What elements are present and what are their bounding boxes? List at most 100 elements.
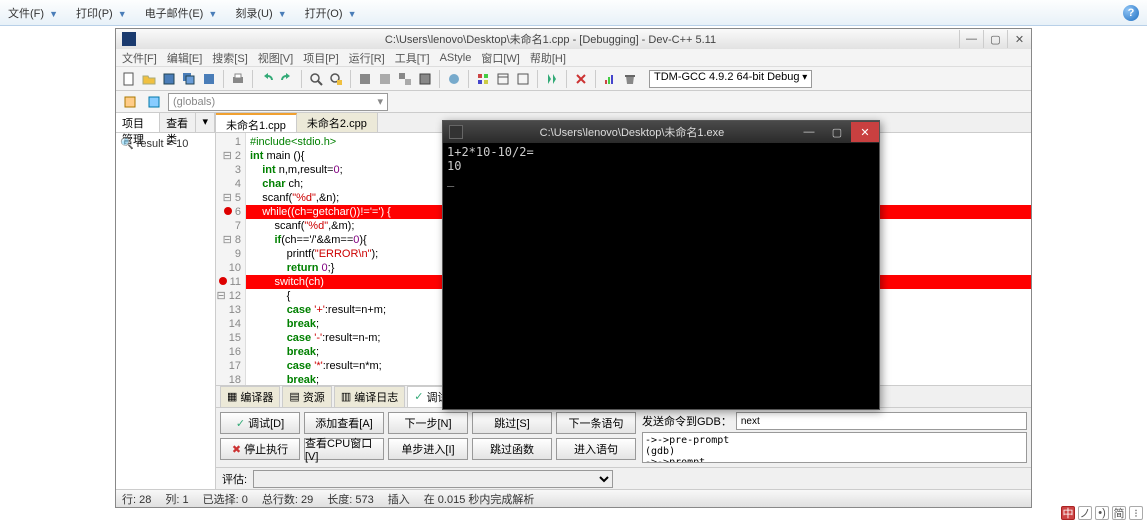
resources-tab-icon: ▤ <box>289 390 299 403</box>
debug-icon[interactable] <box>445 70 463 88</box>
ime-menu-icon[interactable]: ⁝ <box>1129 506 1143 520</box>
ide-menu-item[interactable]: 视图[V] <box>258 50 293 66</box>
print-icon[interactable] <box>229 70 247 88</box>
minimize-button[interactable]: — <box>959 30 983 48</box>
open-icon[interactable] <box>140 70 158 88</box>
tab-classes[interactable]: 查看类 <box>160 113 196 132</box>
gdb-input[interactable] <box>736 412 1027 430</box>
status-length: 长度: 573 <box>327 491 373 507</box>
replace-icon[interactable] <box>327 70 345 88</box>
save-all-icon[interactable] <box>180 70 198 88</box>
maximize-button[interactable]: ▢ <box>983 30 1007 48</box>
console-window[interactable]: C:\Users\lenovo\Desktop\未命名1.exe — ▢ ✕ 1… <box>442 120 880 410</box>
step-over-button[interactable]: 跳过函数 <box>472 438 552 460</box>
ime-simp-icon[interactable]: 简 <box>1112 506 1126 520</box>
tab-project[interactable]: 项目管理 <box>116 113 160 132</box>
ime-lang-icon[interactable]: 中 <box>1061 506 1075 520</box>
menu-email[interactable]: 电子邮件(E) ▼ <box>145 5 218 21</box>
skip-button[interactable]: 跳过[S] <box>472 412 552 434</box>
new-file-icon[interactable] <box>120 70 138 88</box>
menu-print[interactable]: 打印(P) ▼ <box>76 5 127 21</box>
step-into-button[interactable]: 单步进入[I] <box>388 438 468 460</box>
file-tab[interactable]: 未命名1.cpp <box>216 113 297 132</box>
console-maximize[interactable]: ▢ <box>823 122 851 142</box>
eval-row: 评估: <box>216 467 1031 489</box>
watch-icon: 🔍 <box>120 137 134 150</box>
status-bar: 行: 28 列: 1 已选择: 0 总行数: 29 长度: 573 插入 在 0… <box>116 489 1031 507</box>
console-titlebar[interactable]: C:\Users\lenovo\Desktop\未命名1.exe — ▢ ✕ <box>443 121 879 143</box>
x-icon: ✖ <box>232 443 241 456</box>
help-icon[interactable]: ? <box>1123 5 1139 21</box>
ime-punct-icon[interactable]: •) <box>1095 506 1109 520</box>
close-button[interactable]: ✕ <box>1007 30 1031 48</box>
status-mode: 插入 <box>388 491 410 507</box>
file-tab[interactable]: 未命名2.cpp <box>297 113 378 132</box>
tab-resources[interactable]: ▤资源 <box>282 386 331 408</box>
ide-menu-bar: 文件[F] 编辑[E] 搜索[S] 视图[V] 项目[P] 运行[R] 工具[T… <box>116 49 1031 67</box>
ide-menu-item[interactable]: AStyle <box>440 52 472 64</box>
menu-open[interactable]: 打开(O) ▼ <box>305 5 357 21</box>
trash-icon[interactable] <box>621 70 639 88</box>
ime-shape-icon[interactable]: ノ <box>1078 506 1092 520</box>
class-browser-icon[interactable] <box>144 93 164 111</box>
ide-titlebar[interactable]: C:\Users\lenovo\Desktop\未命名1.cpp - [Debu… <box>116 29 1031 49</box>
ide-menu-item[interactable]: 文件[F] <box>122 50 157 66</box>
redo-icon[interactable] <box>278 70 296 88</box>
ide-menu-item[interactable]: 运行[R] <box>349 50 385 66</box>
cpu-window-button[interactable]: 查看CPU窗口[V] <box>304 438 384 460</box>
tab-dropdown[interactable]: ▾ <box>196 113 215 132</box>
next-stmt-button[interactable]: 下一条语句 <box>556 412 636 434</box>
toolbar-secondary: (globals)▾ <box>116 91 1031 113</box>
ide-menu-item[interactable]: 帮助[H] <box>530 50 566 66</box>
add-watch-button[interactable]: 添加查看[A] <box>304 412 384 434</box>
status-selected: 已选择: 0 <box>203 491 248 507</box>
run-icon[interactable] <box>376 70 394 88</box>
console-output[interactable]: 1+2*10-10/2= 10 _ <box>443 143 879 409</box>
gdb-output[interactable]: ->->pre-prompt (gdb) ->->prompt <box>642 432 1027 463</box>
save-icon[interactable] <box>160 70 178 88</box>
tab-compiler[interactable]: ▦编译器 <box>220 386 280 408</box>
outer-menu-bar: 文件(F) ▼ 打印(P) ▼ 电子邮件(E) ▼ 刻录(U) ▼ 打开(O) … <box>0 0 1147 26</box>
left-panel-tabs: 项目管理 查看类 ▾ <box>116 113 215 133</box>
undo-icon[interactable] <box>258 70 276 88</box>
goto-icon[interactable] <box>494 70 512 88</box>
compile-icon[interactable] <box>356 70 374 88</box>
find-icon[interactable] <box>307 70 325 88</box>
check-icon: ✓ <box>236 417 245 430</box>
compiler-select[interactable]: TDM-GCC 4.9.2 64-bit Debug ▾ <box>649 70 812 88</box>
console-minimize[interactable]: — <box>795 122 823 142</box>
into-stmt-button[interactable]: 进入语句 <box>556 438 636 460</box>
compile-run-icon[interactable] <box>396 70 414 88</box>
toolbar-main: TDM-GCC 4.9.2 64-bit Debug ▾ <box>116 67 1031 91</box>
rebuild-icon[interactable] <box>416 70 434 88</box>
compiler-tab-icon: ▦ <box>227 390 237 403</box>
debug-button[interactable]: ✓调试[D] <box>220 412 300 434</box>
tab-compile-log[interactable]: ▥编译日志 <box>334 386 405 408</box>
ide-menu-item[interactable]: 编辑[E] <box>167 50 202 66</box>
new-class-icon[interactable] <box>120 93 140 111</box>
stop-debug-icon[interactable] <box>572 70 590 88</box>
ide-menu-item[interactable]: 工具[T] <box>395 50 430 66</box>
debug-panel: ✓调试[D] 添加查看[A] 下一步[N] 跳过[S] 下一条语句 ✖停止执行 … <box>216 407 1031 467</box>
globals-dropdown[interactable]: (globals)▾ <box>168 93 388 111</box>
debug-start-icon[interactable] <box>543 70 561 88</box>
ide-menu-item[interactable]: 窗口[W] <box>481 50 520 66</box>
profile-icon[interactable] <box>474 70 492 88</box>
ide-menu-item[interactable]: 项目[P] <box>303 50 338 66</box>
menu-file[interactable]: 文件(F) ▼ <box>8 5 58 21</box>
next-step-button[interactable]: 下一步[N] <box>388 412 468 434</box>
chart-icon[interactable] <box>601 70 619 88</box>
app-icon <box>122 32 136 46</box>
watch-item[interactable]: 🔍 result = 10 <box>120 137 211 150</box>
status-col: 列: 1 <box>165 491 188 507</box>
ime-tray: 中 ノ •) 简 ⁝ <box>1061 504 1143 522</box>
ide-menu-item[interactable]: 搜索[S] <box>212 50 247 66</box>
save-as-icon[interactable] <box>200 70 218 88</box>
eval-label: 评估: <box>222 471 247 487</box>
bookmark-icon[interactable] <box>514 70 532 88</box>
eval-select[interactable] <box>253 470 613 488</box>
status-msg: 在 0.015 秒内完成解析 <box>424 491 535 507</box>
stop-button[interactable]: ✖停止执行 <box>220 438 300 460</box>
menu-burn[interactable]: 刻录(U) ▼ <box>235 5 286 21</box>
console-close[interactable]: ✕ <box>851 122 879 142</box>
